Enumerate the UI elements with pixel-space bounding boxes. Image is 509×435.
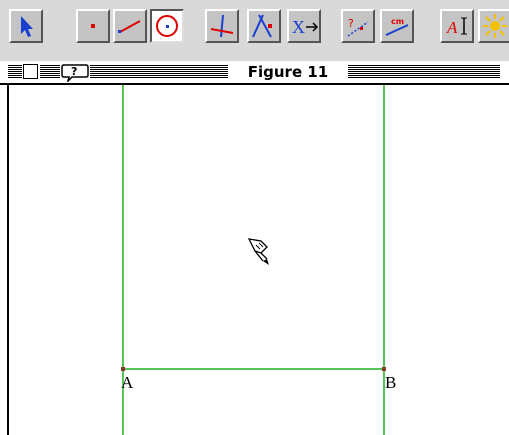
point-a[interactable] [121,367,125,371]
text-tool[interactable]: A [440,9,474,43]
window-left-frame [0,85,9,435]
intersection-tool[interactable] [247,9,281,43]
intersection-point-icon [252,14,272,38]
transform-x-arrow-icon: X [292,17,319,37]
arrow-icon [21,16,33,37]
question-point-tool[interactable]: ? [341,9,375,43]
arrow-select-tool[interactable] [9,9,43,43]
circle-tool[interactable] [150,9,184,43]
window-title: Figure 11 [228,63,348,81]
transform-tool[interactable]: X [287,9,321,43]
circle-icon [156,15,178,37]
perpendicular-lines-icon [210,14,234,38]
transform-label: X [292,17,305,37]
svg-text:?: ? [348,17,354,30]
figure-drawing [121,85,386,435]
text-a-icon: A [446,17,467,37]
measure-label: cm [391,17,404,26]
tool-palette: X ? cm A [0,0,509,61]
title-stripes [40,65,60,79]
help-bubble-icon[interactable]: ? [60,62,90,82]
point-b-label[interactable]: B [385,374,396,392]
sun-icon [483,14,507,38]
point-b[interactable] [382,367,386,371]
measure-cm-icon: cm [385,17,409,36]
question-point-icon: ? [347,17,369,37]
point-tool[interactable] [76,9,110,43]
window-title-bar[interactable]: ? Figure 11 [0,61,509,85]
svg-text:?: ? [71,65,77,78]
segment-icon [118,20,141,33]
text-label: A [446,18,458,37]
perpendicular-tool[interactable] [205,9,239,43]
sketch-canvas[interactable]: A B [9,85,509,435]
point-a-label[interactable]: A [121,374,133,392]
title-stripes [8,65,22,79]
point-icon [91,24,95,28]
pencil-cursor-icon [247,238,269,265]
measure-tool[interactable]: cm [380,9,414,43]
display-tool[interactable] [478,9,509,43]
close-box-icon[interactable] [23,64,38,79]
segment-tool[interactable] [113,9,147,43]
